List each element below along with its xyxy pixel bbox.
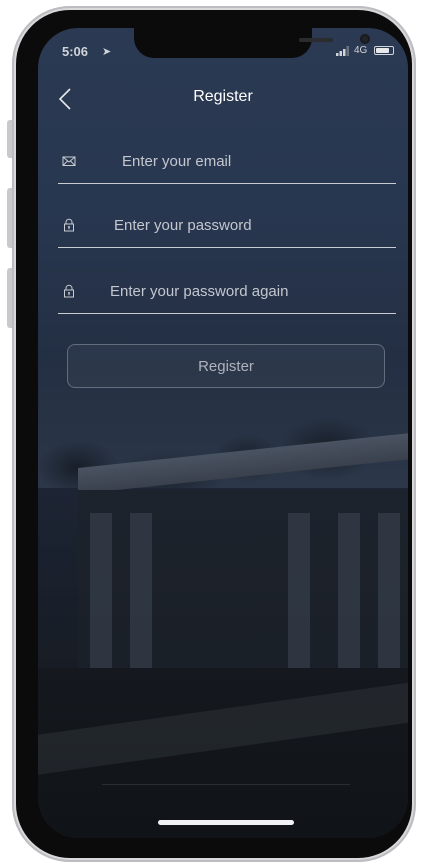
lock-icon [64, 284, 74, 298]
confirm-password-input[interactable] [108, 278, 392, 304]
home-indicator[interactable] [158, 820, 294, 825]
background-window [378, 513, 400, 673]
password-input[interactable] [112, 212, 386, 238]
background-window [130, 513, 152, 673]
network-type: 4G [354, 45, 368, 56]
email-input[interactable] [120, 148, 384, 174]
register-button[interactable]: Register [67, 344, 385, 388]
background-window [90, 513, 112, 673]
background-window [288, 513, 310, 673]
device-frame: 5:06 ➤ 4G Register Enter your email Regi… [0, 0, 423, 865]
app-screen: 5:06 ➤ 4G Register Enter your email Regi… [38, 28, 408, 838]
divider [102, 784, 350, 785]
envelope-icon [62, 156, 76, 166]
lock-icon [64, 218, 74, 232]
speaker-grille [299, 38, 333, 42]
confirm-password-field [58, 268, 396, 314]
notch [134, 28, 370, 58]
password-field [58, 202, 396, 248]
email-field [58, 138, 396, 184]
front-camera [360, 34, 370, 44]
signal-bars-icon [336, 46, 349, 56]
page-title: Register [193, 88, 253, 105]
status-time: 5:06 [62, 44, 89, 59]
background-window [338, 513, 360, 673]
location-arrow-icon: ➤ [102, 46, 112, 58]
battery-icon [374, 46, 394, 55]
